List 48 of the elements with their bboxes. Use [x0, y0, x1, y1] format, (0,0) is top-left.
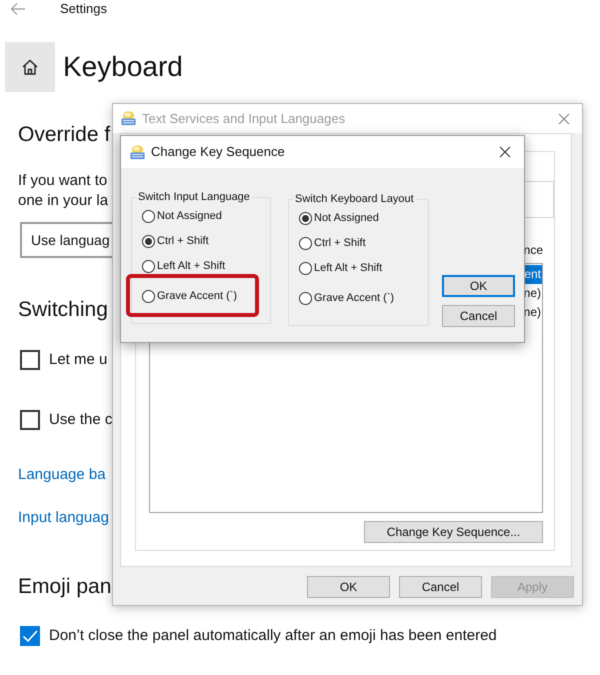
section-heading: Switching — [18, 297, 108, 323]
radio-label: Left Alt + Shift — [314, 262, 382, 275]
link[interactable]: Language ba — [18, 465, 106, 485]
change-key-sequence-button[interactable]: Change Key Sequence... — [364, 521, 543, 543]
section-heading: Override f — [18, 122, 110, 148]
radio-label: Not Assigned — [314, 212, 379, 225]
checkbox[interactable] — [20, 350, 40, 370]
keyboard-icon — [129, 144, 146, 160]
radio-label: Not Assigned — [157, 210, 222, 223]
dialog-button: Apply — [491, 576, 574, 598]
home-icon — [21, 58, 39, 76]
section-heading: Emoji pan — [18, 574, 112, 600]
keyboard-icon — [120, 110, 137, 127]
window-title: Settings — [60, 1, 107, 17]
radio-button[interactable] — [142, 260, 155, 273]
radio-button[interactable] — [299, 237, 312, 250]
checkbox[interactable] — [20, 626, 40, 646]
dialog-button[interactable]: Cancel — [399, 576, 482, 598]
radio-button[interactable] — [299, 212, 312, 225]
checkbox-label: Let me u — [49, 350, 108, 370]
checkbox-label: Don’t close the panel automatically after an emoji has been entered — [49, 626, 497, 646]
radio-button[interactable] — [299, 262, 312, 275]
radio-button[interactable] — [142, 235, 155, 248]
close-icon — [558, 112, 570, 124]
link[interactable]: Input languag — [18, 508, 109, 528]
page-title: Keyboard — [63, 50, 183, 84]
radio-button[interactable] — [299, 292, 312, 305]
checkbox-label: Use the c — [49, 410, 112, 430]
dialog-button[interactable]: OK — [442, 275, 515, 297]
radio-button[interactable] — [142, 290, 155, 303]
radio-label: Grave Accent (`) — [314, 292, 394, 305]
dialog-button[interactable]: OK — [307, 576, 390, 598]
group-title: Switch Input Language — [137, 191, 251, 204]
description-text: If you want to one in your la — [18, 171, 110, 211]
back-arrow-icon[interactable] — [10, 2, 26, 16]
close-icon — [499, 146, 511, 158]
radio-label: Grave Accent (`) — [157, 290, 238, 303]
home-button[interactable] — [5, 42, 55, 92]
window-title: Text Services and Input Languages — [142, 110, 346, 128]
dialog-button[interactable]: Cancel — [442, 305, 515, 327]
checkbox[interactable] — [20, 410, 40, 430]
group-title: Switch Keyboard Layout — [294, 193, 415, 206]
radio-label: Ctrl + Shift — [157, 235, 209, 248]
radio-button[interactable] — [142, 210, 155, 223]
close-button[interactable] — [499, 146, 511, 158]
radio-label: Left Alt + Shift — [157, 260, 226, 273]
dialog-title: Change Key Sequence — [151, 143, 285, 162]
radio-label: Ctrl + Shift — [314, 237, 366, 250]
